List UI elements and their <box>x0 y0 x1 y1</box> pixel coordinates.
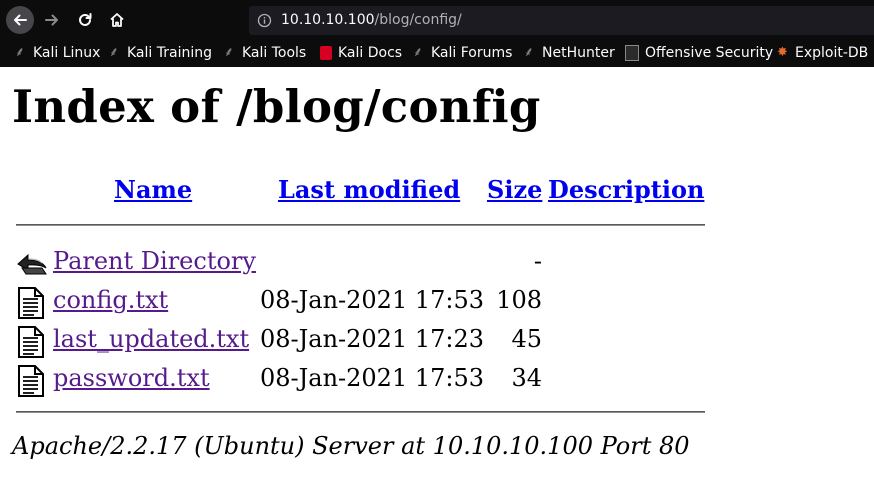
file-link-last-updated[interactable]: last_updated.txt <box>53 322 249 356</box>
home-icon <box>110 13 124 27</box>
back-folder-icon <box>16 248 47 278</box>
table-row: last_updated.txt 08-Jan-2021 17:23 45 <box>0 322 874 358</box>
back-arrow-icon <box>14 14 27 26</box>
bookmark-nethunter[interactable]: ⸙ NetHunter <box>524 41 615 65</box>
sort-by-size-link[interactable]: Size <box>487 175 542 205</box>
bookmark-label: Kali Docs <box>338 45 403 61</box>
table-row: config.txt 08-Jan-2021 17:53 108 <box>0 283 874 319</box>
kali-dragon-icon: ⸙ <box>413 45 423 60</box>
row-size: 45 <box>511 325 542 353</box>
sort-by-name-link[interactable]: Name <box>114 175 192 205</box>
bookmark-label: Kali Training <box>127 45 212 61</box>
bookmark-label: Offensive Security <box>645 45 774 61</box>
page-title: Index of /blog/config <box>12 80 541 133</box>
file-link-password[interactable]: password.txt <box>53 361 210 395</box>
reload-button[interactable] <box>71 6 99 34</box>
bookmark-label: Exploit-DB <box>795 45 869 61</box>
url-bar[interactable]: 10.10.10.100/blog/config/ <box>249 6 874 35</box>
bookmark-label: Kali Linux <box>33 45 101 61</box>
file-link-config[interactable]: config.txt <box>53 283 168 317</box>
offsec-icon <box>625 45 639 61</box>
row-date: 08-Jan-2021 17:23 <box>260 325 485 353</box>
divider-bottom <box>16 411 705 413</box>
exploit-db-icon: ✸ <box>777 45 788 60</box>
kali-dragon-icon: ⸙ <box>109 45 119 60</box>
row-size: 34 <box>511 364 542 392</box>
row-size: - <box>533 247 542 275</box>
bookmark-exploit-db[interactable]: ✸ Exploit-DB <box>777 41 868 65</box>
bookmark-kali-training[interactable]: ⸙ Kali Training <box>109 41 212 65</box>
text-file-icon <box>16 287 46 319</box>
table-row: password.txt 08-Jan-2021 17:53 34 <box>0 361 874 397</box>
parent-directory-link[interactable]: Parent Directory <box>53 244 256 278</box>
nethunter-icon: ⸙ <box>524 45 534 60</box>
url-text[interactable]: 10.10.10.100/blog/config/ <box>281 12 462 28</box>
bookmarks-toolbar: ⸙ Kali Linux ⸙ Kali Training ⸙ Kali Tool… <box>0 41 874 65</box>
url-host: 10.10.10.100 <box>281 12 375 28</box>
table-row: Parent Directory - <box>0 244 874 280</box>
server-signature: Apache/2.2.17 (Ubuntu) Server at 10.10.1… <box>12 432 690 460</box>
forward-button[interactable] <box>38 6 66 34</box>
site-info-icon[interactable] <box>257 13 272 32</box>
kali-dragon-icon: ⸙ <box>15 45 25 60</box>
bookmark-label: NetHunter <box>542 45 615 61</box>
bookmark-kali-linux[interactable]: ⸙ Kali Linux <box>15 41 100 65</box>
kali-dragon-icon: ⸙ <box>224 45 234 60</box>
bookmark-kali-tools[interactable]: ⸙ Kali Tools <box>224 41 306 65</box>
row-date: 08-Jan-2021 17:53 <box>260 286 485 314</box>
bookmark-label: Kali Forums <box>431 45 513 61</box>
divider-top <box>16 224 705 226</box>
row-size: 108 <box>496 286 542 314</box>
bookmark-kali-docs[interactable]: Kali Docs <box>320 41 402 65</box>
url-path: /blog/config/ <box>374 12 462 28</box>
back-button[interactable] <box>6 6 34 34</box>
bookmark-offensive-security[interactable]: Offensive Security <box>625 41 773 65</box>
sort-by-last-modified-link[interactable]: Last modified <box>278 175 460 205</box>
row-date: 08-Jan-2021 17:53 <box>260 364 485 392</box>
reload-icon <box>79 13 92 26</box>
text-file-icon <box>16 365 46 397</box>
kali-docs-icon <box>320 46 332 60</box>
forward-arrow-icon <box>45 14 58 26</box>
page-content: Index of /blog/config Name Last modified… <box>0 67 874 485</box>
browser-chrome: 10.10.10.100/blog/config/ ⸙ Kali Linux ⸙… <box>0 0 874 67</box>
home-button[interactable] <box>103 6 131 34</box>
text-file-icon <box>16 326 46 358</box>
bookmark-kali-forums[interactable]: ⸙ Kali Forums <box>413 41 512 65</box>
sort-by-description-link[interactable]: Description <box>548 175 704 205</box>
bookmark-label: Kali Tools <box>242 45 307 61</box>
